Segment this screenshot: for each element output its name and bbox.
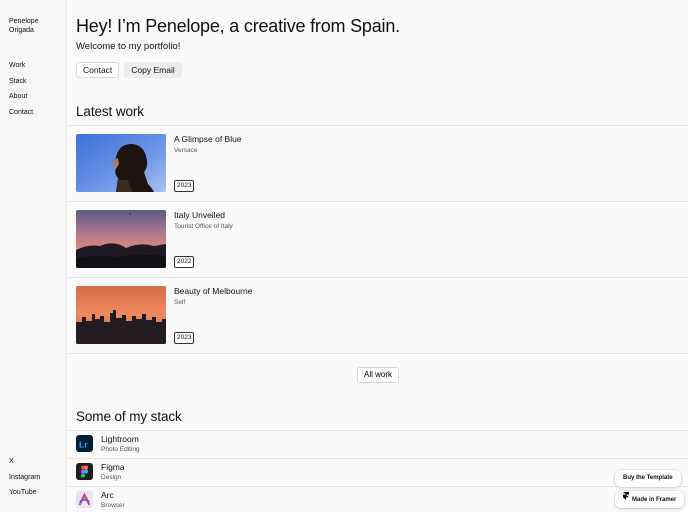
work-item[interactable]: Beauty of Melbourne Self 2023 <box>68 278 688 354</box>
stack-role: Design <box>101 474 122 481</box>
hero-title: Hey! I’m Penelope, a creative from Spain… <box>76 16 400 36</box>
social-link-x[interactable]: X <box>9 457 40 473</box>
work-year-badge: 2023 <box>174 180 195 192</box>
framer-icon <box>623 491 629 508</box>
nav-item-work[interactable]: Work <box>9 61 33 77</box>
social-links: X Instagram YouTube <box>9 457 40 504</box>
stack-name: Arc <box>101 490 114 500</box>
work-title: Italy Unveiled <box>174 210 226 220</box>
main-content: Hey! I’m Penelope, a creative from Spain… <box>68 0 688 512</box>
buy-template-button[interactable]: Buy the Template <box>615 470 681 487</box>
portrait-image <box>76 134 166 192</box>
nav-item-stack[interactable]: Stack <box>9 77 33 93</box>
work-client: Versace <box>174 147 198 154</box>
divider <box>68 353 688 354</box>
work-year-badge: 2023 <box>174 332 195 344</box>
hero-buttons: Contact Copy Email <box>76 62 182 78</box>
work-thumbnail <box>76 210 166 268</box>
work-year-badge: 2022 <box>174 256 195 268</box>
stack-name: Lightroom <box>101 434 139 444</box>
sidebar: Penelope Origada Work Stack About Contac… <box>0 0 67 512</box>
stack-heading: Some of my stack <box>76 409 182 424</box>
stack-item[interactable]: Figma Design <box>68 458 688 486</box>
nav-item-contact[interactable]: Contact <box>9 108 33 124</box>
lightroom-icon: Lr <box>76 435 93 452</box>
stack-role: Browser <box>101 502 125 509</box>
stack-role: Photo Editing <box>101 446 140 453</box>
city-skyline-image <box>76 286 166 344</box>
made-in-framer-label: Made in Framer <box>632 497 677 504</box>
sidebar-nav: Work Stack About Contact <box>9 61 33 123</box>
work-client: Self <box>174 299 186 306</box>
all-work-button[interactable]: All work <box>357 367 400 383</box>
social-link-youtube[interactable]: YouTube <box>9 488 40 504</box>
nav-item-about[interactable]: About <box>9 92 33 108</box>
contact-button[interactable]: Contact <box>76 62 120 78</box>
work-client: Tourist Office of Italy <box>174 223 233 230</box>
latest-work-heading: Latest work <box>76 104 144 119</box>
made-in-framer-badge[interactable]: Made in Framer <box>615 491 685 508</box>
stack-item[interactable]: Arc Browser <box>68 486 688 512</box>
stack-name: Figma <box>101 462 125 472</box>
copy-email-button[interactable]: Copy Email <box>124 62 182 78</box>
work-title: Beauty of Melbourne <box>174 286 253 296</box>
site-name[interactable]: Penelope Origada <box>9 17 59 35</box>
hero-subtitle: Welcome to my portfolio! <box>76 41 181 52</box>
figma-icon <box>76 463 93 480</box>
work-item[interactable]: Italy Unveiled Tourist Office of Italy 2… <box>68 202 688 278</box>
work-item[interactable]: A Glimpse of Blue Versace 2023 <box>68 126 688 202</box>
work-title: A Glimpse of Blue <box>174 134 242 144</box>
work-thumbnail <box>76 286 166 344</box>
landscape-image <box>76 210 166 268</box>
stack-item[interactable]: Lr Lightroom Photo Editing <box>68 430 688 458</box>
social-link-instagram[interactable]: Instagram <box>9 473 40 489</box>
arc-icon <box>76 491 93 508</box>
svg-text:Lr: Lr <box>79 440 88 450</box>
work-thumbnail <box>76 134 166 192</box>
